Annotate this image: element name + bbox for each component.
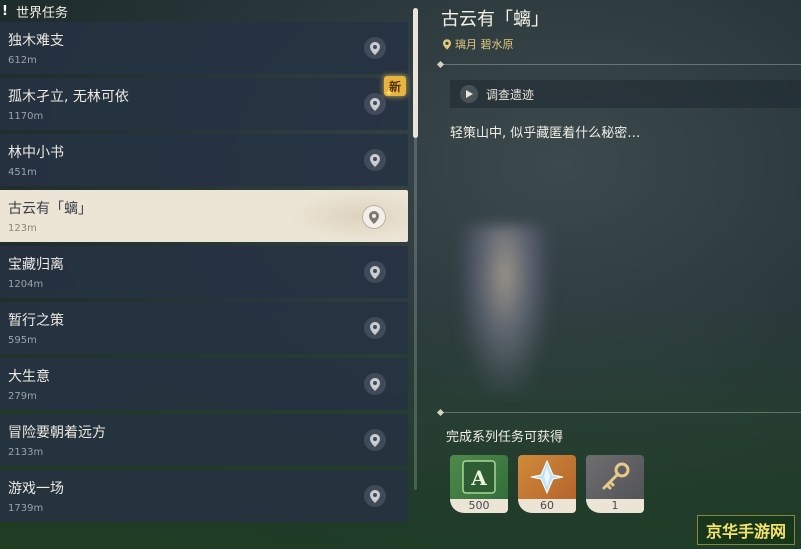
reward-count: 1 [586,499,644,513]
quest-distance: 123m [8,223,37,234]
quest-item[interactable]: 暂行之策 595m [0,302,408,354]
rewards-label: 完成系列任务可获得 [446,430,564,445]
quest-item[interactable]: 大生意 279m [0,358,408,410]
quest-description: 轻策山中, 似乎藏匿着什么秘密… [450,126,641,141]
reward-item[interactable]: A 500 [450,455,508,513]
svg-text:A: A [470,466,487,490]
exclamation-icon: ! [2,3,8,19]
quest-location: 璃月 碧水原 [443,36,514,52]
quest-item[interactable]: 林中小书 451m [0,134,408,186]
adventure-exp-icon: A [450,455,508,499]
quest-distance: 1739m [8,503,44,514]
quest-distance: 595m [8,335,37,346]
quest-list: 独木难支 612m 孤木孑立, 无林可依 1170m 新 ✦ 林中小书 451m… [0,22,408,526]
quest-distance: 451m [8,167,37,178]
map-pin-icon[interactable] [364,93,386,115]
map-pin-icon[interactable] [364,485,386,507]
sparkle-icon: ✦ [383,86,394,100]
map-pin-icon[interactable] [364,317,386,339]
quest-item[interactable]: 游戏一场 1739m [0,470,408,522]
rewards-list: A 500 60 1 [450,455,644,513]
divider [440,412,801,413]
quest-item[interactable]: 宝藏归离 1204m [0,246,408,298]
quest-item[interactable]: 冒险要朝着远方 2133m [0,414,408,466]
quest-list-header: ! 世界任务 [0,0,410,22]
investigate-label: 调查遗迹 [486,87,535,102]
key-icon [586,455,644,499]
reward-item[interactable]: 1 [586,455,644,513]
map-pin-icon[interactable] [364,149,386,171]
quest-distance: 1170m [8,111,44,122]
quest-item[interactable]: 孤木孑立, 无林可依 1170m 新 ✦ [0,76,408,130]
background-character [460,225,550,395]
quest-list-title: 世界任务 [15,5,68,21]
quest-item[interactable]: 独木难支 612m [0,22,408,74]
quest-distance: 1204m [8,279,44,290]
investigate-ruins-button[interactable]: 调查遗迹 [450,80,801,108]
location-pin-icon [443,38,451,50]
location-text: 璃月 碧水原 [455,38,514,51]
quest-title: 林中小书 [8,145,64,161]
quest-title: 宝藏归离 [8,257,64,273]
map-pin-icon[interactable] [364,261,386,283]
quest-title: 冒险要朝着远方 [8,425,106,441]
quest-title: 古云有「螭」 [8,201,92,217]
quest-distance: 612m [8,55,37,66]
site-watermark: 京华手游网 [696,515,795,545]
map-pin-icon[interactable] [364,373,386,395]
play-icon [460,85,478,103]
quest-detail-title: 古云有「螭」 [441,9,549,30]
quest-title: 孤木孑立, 无林可依 [8,89,129,105]
quest-item-selected[interactable]: 古云有「螭」 123m [0,190,408,242]
divider-ornament [436,60,445,69]
quest-distance: 279m [8,391,37,402]
quest-title: 暂行之策 [8,313,64,329]
reward-count: 60 [518,499,576,513]
scrollbar-thumb[interactable] [413,8,418,138]
reward-item[interactable]: 60 [518,455,576,513]
quest-distance: 2133m [8,447,44,458]
map-pin-icon[interactable] [364,429,386,451]
map-pin-icon[interactable] [364,37,386,59]
map-pin-icon[interactable] [362,205,386,229]
reward-count: 500 [450,499,508,513]
primogem-icon [518,455,576,499]
quest-title: 大生意 [8,369,50,385]
quest-title: 游戏一场 [8,481,64,497]
quest-title: 独木难支 [8,33,64,49]
divider [440,64,801,65]
